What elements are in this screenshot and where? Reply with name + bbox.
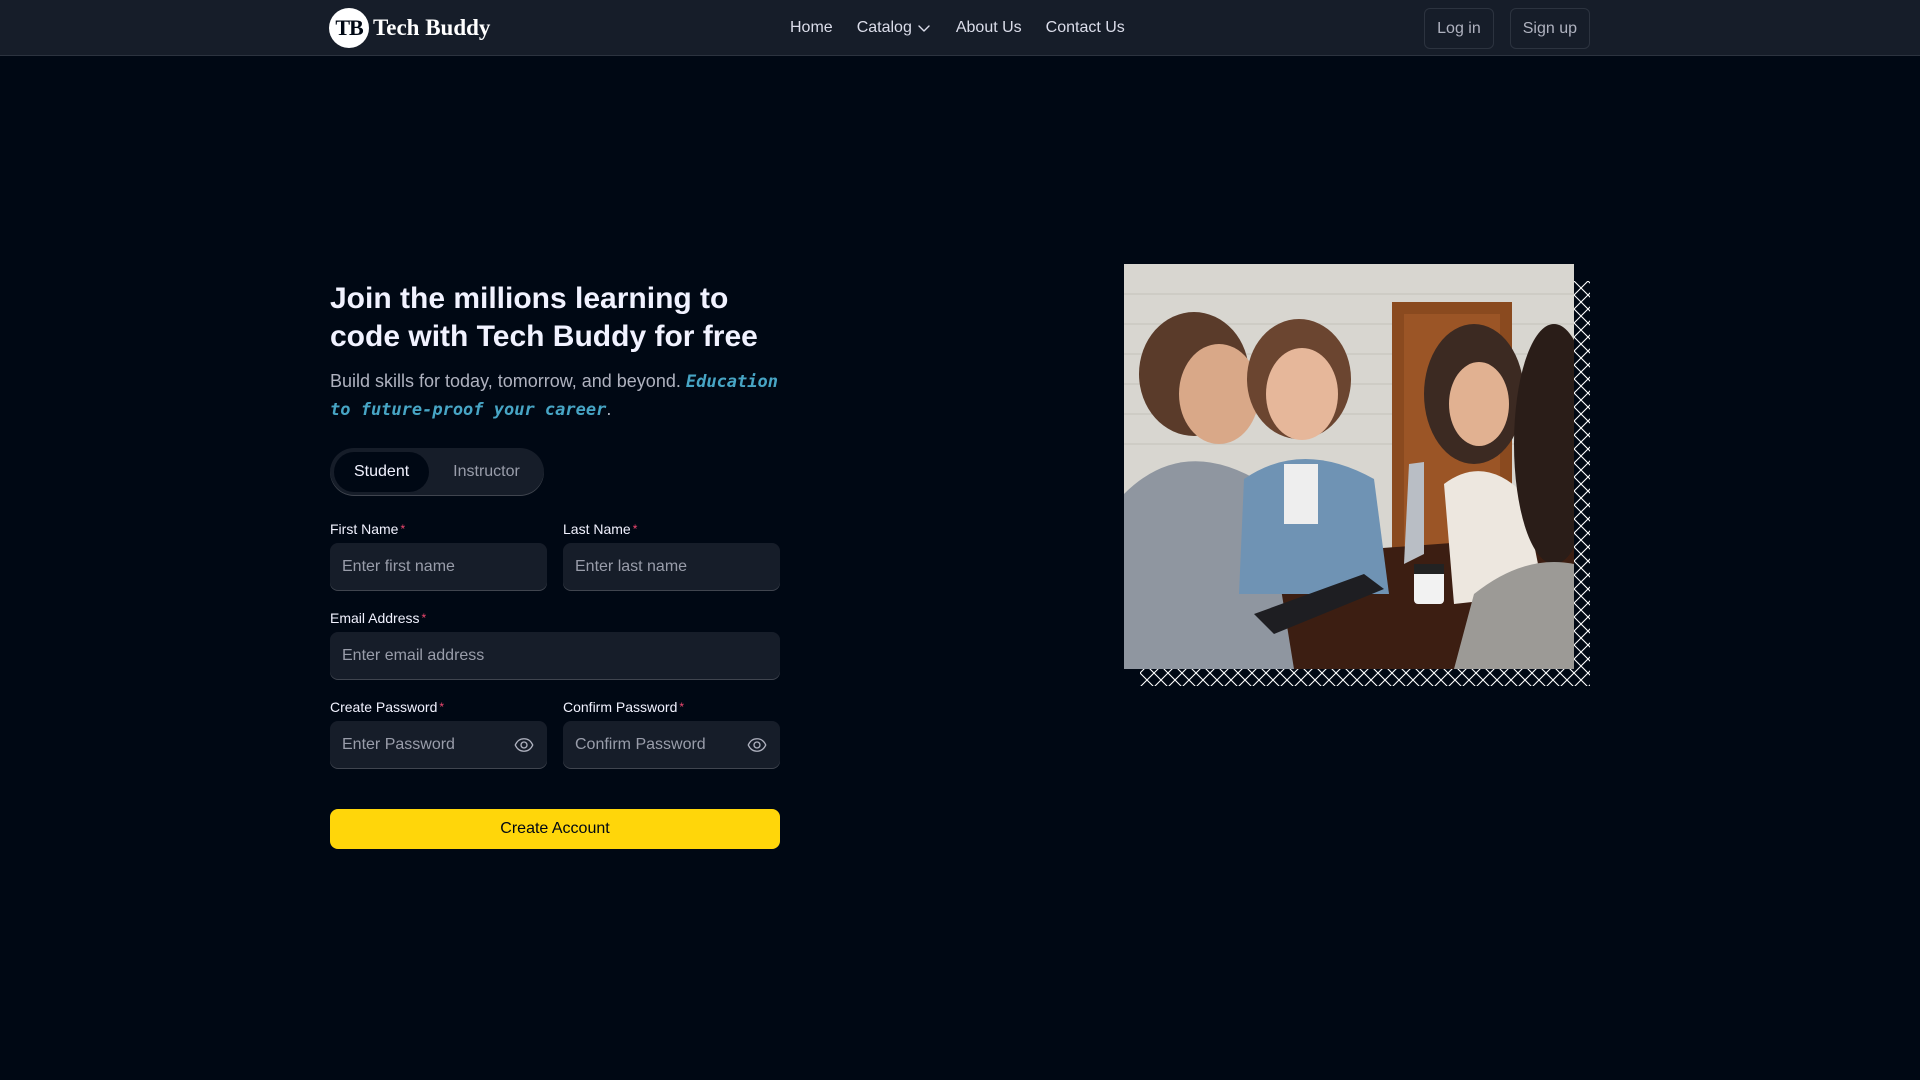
required-marker: * — [632, 522, 638, 536]
email-row: Email Address * — [330, 610, 780, 680]
confirm-password-label: Confirm Password * — [563, 699, 780, 715]
password-field: Create Password * — [330, 699, 547, 769]
page-title: Join the millions learning to code with … — [330, 282, 758, 353]
nav-home-link[interactable]: Home — [790, 19, 833, 37]
nav-about-link[interactable]: About Us — [956, 19, 1022, 37]
auth-buttons: Log in Sign up — [1424, 8, 1590, 49]
last-name-field: Last Name * — [563, 521, 780, 591]
required-marker: * — [421, 611, 427, 625]
confirm-password-input-wrap — [563, 721, 780, 769]
last-name-label: Last Name * — [563, 521, 780, 537]
required-marker: * — [400, 522, 406, 536]
signup-form: First Name* Last Name* Email Address* — [330, 521, 780, 849]
password-input-wrap — [330, 721, 547, 769]
students-photo-illustration — [1124, 264, 1574, 669]
password-label-text: Create Password — [330, 699, 438, 715]
chevron-down-icon — [918, 25, 930, 32]
nav-contact-label: Contact Us — [1045, 19, 1125, 36]
email-field: Email Address * — [330, 610, 780, 680]
navbar: TB Tech Buddy Home Catalog About Us Cont… — [0, 0, 1920, 56]
role-tab-student[interactable]: Student — [334, 452, 430, 492]
create-account-button[interactable]: Create Account — [330, 809, 780, 849]
email-label: Email Address * — [330, 610, 780, 626]
password-label: Create Password * — [330, 699, 547, 715]
confirm-password-label-text: Confirm Password — [563, 699, 678, 715]
nav-contact-link[interactable]: Contact Us — [1046, 19, 1125, 37]
brand-logo-icon: TB — [329, 8, 369, 48]
role-tab-instructor[interactable]: Instructor — [433, 452, 540, 492]
first-name-field: First Name * — [330, 521, 547, 591]
subtitle-text: Build skills for today, tomorrow, and be… — [330, 371, 681, 391]
password-row: Create Password * Confirm Password * — [330, 699, 780, 769]
nav-catalog-label: Catalog — [856, 19, 912, 36]
nav-links: Home Catalog About Us Contact Us — [790, 0, 1125, 56]
required-marker: * — [439, 700, 445, 714]
first-name-input[interactable] — [330, 543, 547, 591]
email-label-text: Email Address — [330, 610, 420, 626]
first-name-label-text: First Name — [330, 521, 399, 537]
name-row: First Name* Last Name* — [330, 521, 780, 591]
brand-logo-link[interactable]: TB Tech Buddy — [329, 8, 490, 48]
required-marker: * — [679, 700, 685, 714]
email-input[interactable] — [330, 632, 780, 680]
login-button[interactable]: Log in — [1424, 8, 1494, 49]
last-name-input[interactable] — [563, 543, 780, 591]
first-name-label: First Name * — [330, 521, 547, 537]
confirm-password-field: Confirm Password * — [563, 699, 780, 769]
signup-section: Join the millions learning to code with … — [330, 280, 780, 849]
eye-icon[interactable] — [746, 735, 768, 755]
nav-catalog-dropdown[interactable]: Catalog — [857, 19, 932, 37]
nav-about-label: About Us — [955, 19, 1022, 36]
page-subtitle: Build skills for today, tomorrow, and be… — [330, 368, 780, 424]
eye-icon[interactable] — [513, 735, 535, 755]
subtitle-suffix: . — [606, 399, 612, 419]
nav-home-label: Home — [790, 19, 833, 36]
last-name-label-text: Last Name — [563, 521, 631, 537]
students-photo — [1124, 264, 1574, 669]
signup-button[interactable]: Sign up — [1509, 8, 1590, 49]
brand-name: Tech Buddy — [373, 15, 491, 40]
role-toggle: Student Instructor — [330, 448, 544, 496]
